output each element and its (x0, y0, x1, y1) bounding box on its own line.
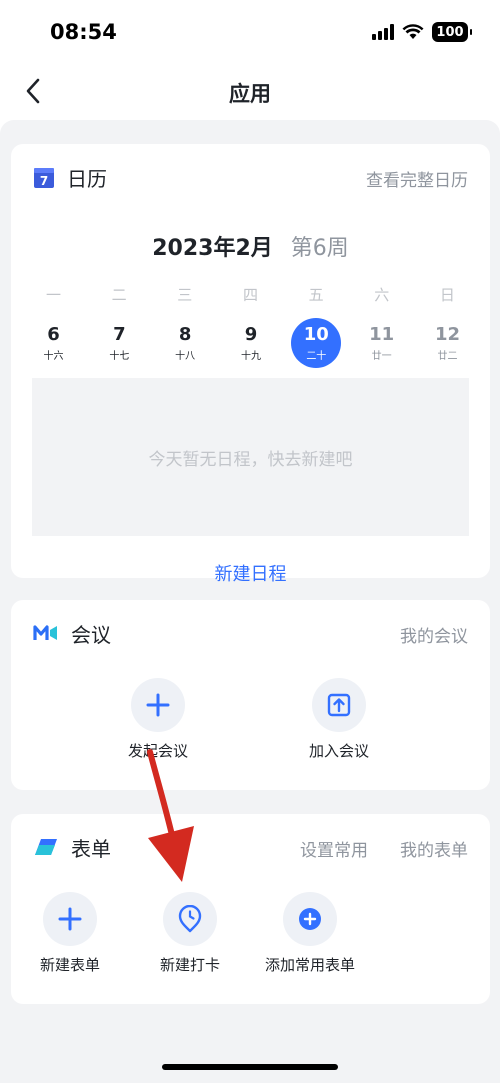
form-icon (35, 839, 57, 855)
start-meeting-label: 发起会议 (127, 742, 188, 760)
date-cell[interactable]: 6 十六 (21, 318, 86, 368)
home-indicator[interactable] (162, 1064, 338, 1070)
lunar-date: 十七 (109, 350, 130, 362)
lunar-date: 十九 (240, 350, 261, 362)
status-time: 08:54 (50, 20, 117, 44)
add-common-form-circle (283, 892, 337, 946)
content-area: 7 日历 查看完整日历 2023年2月 第6周 一 二 三 四 五 六 日 6 十… (0, 120, 500, 1083)
cellular-signal-icon (372, 24, 394, 40)
weekday-label: 一 (45, 286, 61, 304)
weekday-label: 四 (242, 286, 258, 304)
lunar-date: 十八 (175, 350, 196, 362)
join-meeting-circle (312, 678, 366, 732)
date-number: 6 (47, 323, 60, 345)
schedule-list: 今天暂无日程，快去新建吧 (32, 378, 469, 536)
week-label: 第6周 (290, 236, 349, 261)
new-form-button[interactable]: 新建表单 (15, 892, 125, 975)
new-checkin-label: 新建打卡 (159, 956, 220, 974)
plus-icon (146, 693, 170, 717)
form-title: 表单 (71, 836, 111, 861)
meeting-title: 会议 (71, 622, 111, 647)
start-meeting-button[interactable]: 发起会议 (98, 678, 218, 761)
calendar-icon: 7 (34, 168, 54, 188)
my-meetings-link[interactable]: 我的会议 (400, 622, 468, 647)
join-meeting-button[interactable]: 加入会议 (279, 678, 399, 761)
weekday-row: 一 二 三 四 五 六 日 (21, 284, 480, 305)
date-row: 6 十六 7 十七 8 十八 9 十九 10 二十 11 廿一 12 廿二 (21, 318, 480, 368)
my-forms-link[interactable]: 我的表单 (400, 836, 468, 861)
meeting-icon (33, 625, 57, 640)
plus-icon (58, 907, 82, 931)
weekday-label: 日 (439, 286, 455, 304)
date-number: 7 (113, 323, 126, 345)
lunar-date: 十六 (43, 350, 64, 362)
battery-icon: 100 (432, 22, 472, 42)
weekday-label: 五 (308, 286, 324, 304)
calendar-card: 7 日历 查看完整日历 2023年2月 第6周 一 二 三 四 五 六 日 6 十… (11, 144, 490, 585)
join-meeting-label: 加入会议 (308, 742, 369, 760)
date-cell[interactable]: 7 十七 (87, 318, 152, 368)
date-cell[interactable]: 9 十九 (218, 318, 283, 368)
add-common-form-button[interactable]: 添加常用表单 (255, 892, 365, 975)
add-common-form-label: 添加常用表单 (264, 956, 355, 974)
calendar-title: 日历 (67, 166, 107, 191)
page-title: 应用 (229, 82, 271, 106)
location-clock-icon (178, 905, 202, 933)
nav-bar: 应用 (0, 64, 500, 120)
date-number: 12 (434, 323, 460, 345)
weekday-label: 二 (111, 286, 127, 304)
lunar-date: 廿二 (437, 350, 458, 362)
date-number: 9 (244, 323, 258, 345)
wifi-icon (402, 24, 424, 39)
new-form-label: 新建表单 (39, 956, 100, 974)
weekday-label: 六 (374, 286, 390, 304)
date-number: 8 (178, 323, 192, 345)
weekday-label: 三 (177, 286, 193, 304)
svg-text:7: 7 (40, 174, 48, 188)
meeting-header: 会议 我的会议 (33, 620, 468, 647)
join-meeting-icon (327, 693, 351, 717)
date-number: 11 (369, 323, 395, 345)
set-common-link[interactable]: 设置常用 (300, 836, 368, 861)
lunar-date: 廿一 (371, 350, 392, 362)
new-checkin-button[interactable]: 新建打卡 (135, 892, 245, 975)
date-cell[interactable]: 8 十八 (153, 318, 218, 368)
calendar-header: 7 日历 查看完整日历 (33, 164, 468, 191)
date-cell[interactable]: 12 廿二 (415, 318, 480, 368)
new-form-circle (43, 892, 97, 946)
lunar-date: 二十 (306, 350, 327, 362)
date-number: 10 (303, 323, 329, 345)
empty-schedule-text: 今天暂无日程，快去新建吧 (148, 449, 353, 470)
status-bar: 08:54 100 (0, 0, 500, 64)
form-card: 表单 设置常用 我的表单 新建表单 新建打卡 添加常用表单 (11, 814, 490, 1004)
form-header: 表单 设置常用 我的表单 (33, 834, 468, 861)
date-cell-today[interactable]: 10 二十 (291, 318, 342, 368)
month-label: 2023年2月 (152, 236, 273, 261)
add-circle-icon (299, 908, 321, 930)
month-row: 2023年2月 第6周 (11, 230, 490, 262)
status-icons: 100 (372, 22, 472, 42)
start-meeting-circle (131, 678, 185, 732)
meeting-card: 会议 我的会议 发起会议 加入会议 (11, 600, 490, 790)
new-schedule-button[interactable]: 新建日程 (11, 560, 490, 586)
new-checkin-circle (163, 892, 217, 946)
date-cell[interactable]: 11 廿一 (349, 318, 414, 368)
view-full-calendar-link[interactable]: 查看完整日历 (366, 166, 468, 191)
